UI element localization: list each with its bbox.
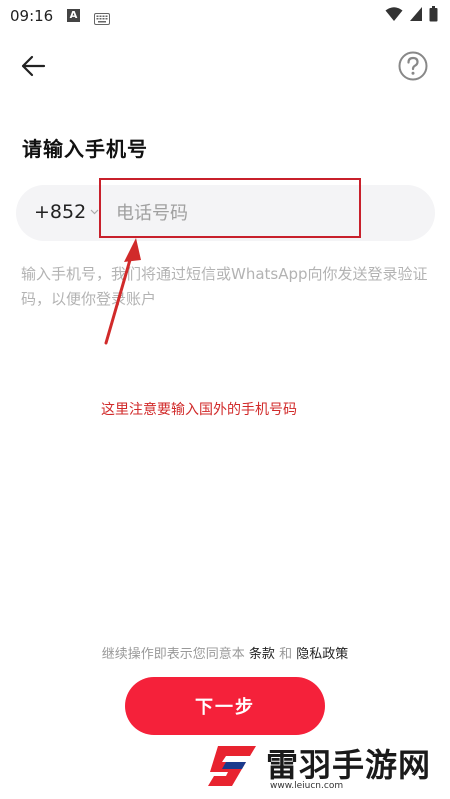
help-button[interactable] xyxy=(397,50,429,82)
arrow-left-icon xyxy=(21,55,46,77)
status-time: 09:16 xyxy=(10,7,54,25)
terms-notice: 继续操作即表示您同意本 条款 和 隐私政策 xyxy=(0,643,450,662)
country-code-selector[interactable]: +852 xyxy=(34,201,99,223)
question-circle-icon xyxy=(398,51,428,81)
hint-text: 输入手机号，我们将通过短信或WhatsApp向你发送登录验证码，以便你登录账户 xyxy=(21,265,428,308)
wifi-icon xyxy=(385,6,403,26)
page-title: 请输入手机号 xyxy=(22,137,148,161)
terms-and: 和 xyxy=(279,647,293,662)
site-logo-icon xyxy=(208,746,256,786)
annotation-highlight-box xyxy=(99,178,361,238)
signal-icon xyxy=(409,6,423,26)
privacy-policy-link[interactable]: 隐私政策 xyxy=(296,647,348,662)
notification-a-icon: A xyxy=(67,9,80,22)
watermark-name: 雷羽手游网 xyxy=(266,746,432,784)
watermark-url: www.leiucn.com xyxy=(270,781,344,791)
watermark: 雷羽手游网 www.leiucn.com xyxy=(198,736,450,799)
back-button[interactable] xyxy=(16,50,50,82)
terms-link[interactable]: 条款 xyxy=(249,647,275,662)
next-step-button[interactable]: 下一步 xyxy=(125,677,325,735)
chevron-down-icon xyxy=(90,209,99,215)
battery-icon xyxy=(429,6,438,26)
country-code-label: +852 xyxy=(34,201,87,223)
status-bar: 09:16 A xyxy=(0,0,450,32)
annotation-text: 这里注意要输入国外的手机号码 xyxy=(101,402,297,418)
terms-prefix: 继续操作即表示您同意本 xyxy=(101,647,245,662)
keyboard-icon xyxy=(94,10,110,29)
